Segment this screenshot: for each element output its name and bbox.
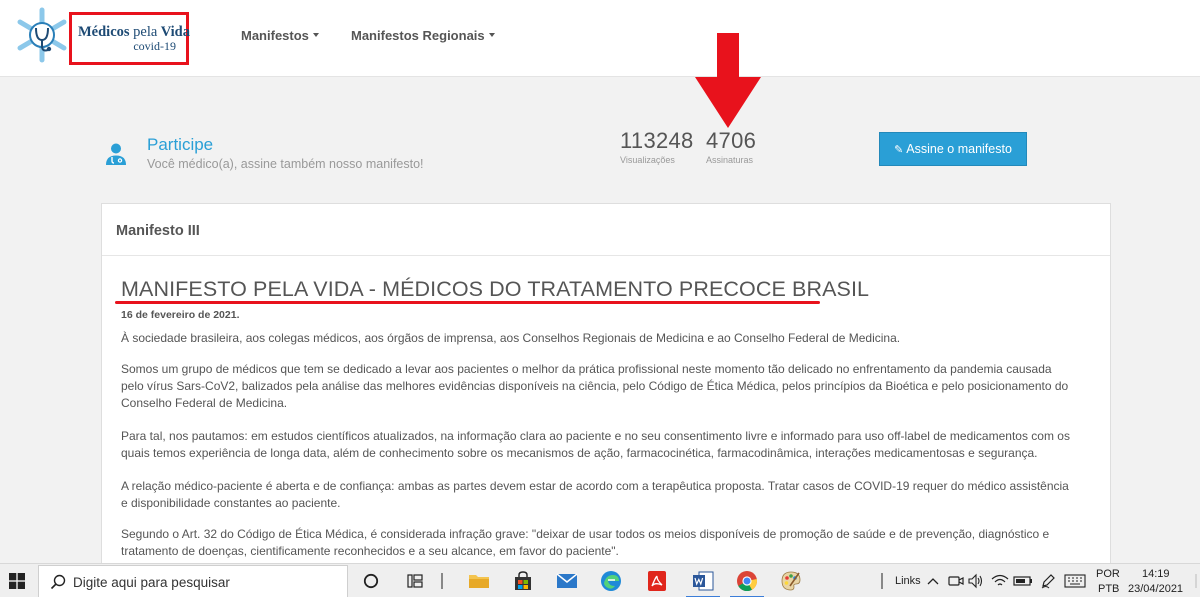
caret-down-icon [312,33,319,37]
signatures-label: Assinaturas [706,155,754,165]
pencil-icon: ✎ [894,144,904,156]
clock-time[interactable]: 14:19 [1142,568,1170,580]
task-view-button[interactable] [400,564,432,597]
doctor-user-icon [106,143,126,165]
input-keyboard-layout[interactable]: PTB [1098,583,1119,595]
caduceus-stethoscope-icon[interactable] [14,6,70,64]
card-header: Manifesto III [102,204,1110,256]
participe-title: Participe [147,135,214,154]
meet-now-tray-button[interactable] [946,564,966,597]
mail-button[interactable] [550,564,584,597]
cortana-circle-icon [363,573,379,589]
keyboard-icon [1064,574,1086,588]
paint-button[interactable] [774,564,808,597]
camera-icon [948,576,964,586]
notification-icon [1195,574,1197,588]
views-count: 113248 [620,128,694,153]
network-tray-button[interactable] [990,564,1010,597]
logo-subtitle: covid-19 [133,39,176,53]
volume-tray-button[interactable] [966,564,986,597]
caret-down-icon [488,33,495,37]
paragraph-4: A relação médico-paciente é aberta e de … [121,479,1069,510]
notifications-button[interactable] [1186,564,1200,597]
edge-browser-button[interactable] [594,564,628,597]
chrome-browser-icon [737,571,758,592]
divider-icon [441,573,443,589]
clock-date[interactable]: 23/04/2021 [1128,583,1183,595]
site-logo[interactable]: Médicos pela Vida covid-19 [69,12,190,65]
sign-button-label: Assine o manifesto [906,142,1012,156]
links-toolbar-divider [874,564,890,597]
cortana-button[interactable] [355,564,387,597]
speaker-icon [968,573,983,589]
links-toolbar[interactable]: Links [895,575,921,587]
start-button[interactable] [0,564,34,597]
folder-icon [469,575,489,588]
word-document-icon [693,571,714,591]
search-icon [50,574,66,590]
touch-keyboard-tray-button[interactable] [1062,564,1088,597]
signatures-stat: 4706 Assinaturas [706,128,756,165]
top-navbar: Médicos pela Vida covid-19 Manifestos Ma… [0,0,1200,77]
wifi-icon [991,574,1009,586]
signatures-count: 4706 [706,128,757,153]
nav-manifestos-regionais-dropdown[interactable]: Manifestos Regionais [351,28,495,43]
paragraph-1: À sociedade brasileira, aos colegas médi… [121,331,901,345]
sign-manifesto-button[interactable]: ✎ Assine o manifesto [879,132,1027,166]
chevron-up-icon [927,578,939,585]
windows-logo-icon [9,573,25,589]
battery-icon [1013,576,1032,586]
acrobat-button[interactable] [640,564,674,597]
views-label: Visualizações [620,155,675,165]
shopping-bag-icon [515,571,531,590]
input-language-code[interactable]: POR [1096,568,1120,580]
participe-subtitle: Você médico(a), assine também nosso mani… [147,157,424,171]
chrome-button[interactable] [730,564,764,597]
edge-browser-icon [601,571,621,591]
search-placeholder: Digite aqui para pesquisar [73,575,230,590]
paint-palette-icon [781,571,801,591]
task-view-icon [407,574,423,588]
divider-icon [881,573,883,589]
word-button[interactable] [686,564,720,597]
paragraph-3: Para tal, nos pautamos: em estudos cient… [121,429,1070,460]
nav-manifestos-dropdown[interactable]: Manifestos [241,28,319,43]
red-underline-annotation [115,301,820,304]
manifesto-date: 16 de fevereiro de 2021. [121,309,240,321]
store-button[interactable] [506,564,540,597]
red-arrow-annotation-icon [695,33,761,128]
pen-workspace-tray-button[interactable] [1038,564,1058,597]
paragraph-2: Somos um grupo de médicos que tem se ded… [121,362,1069,410]
pdf-reader-icon [648,571,666,591]
windows-taskbar: Digite aqui para pesquisar Links POR PTB… [0,563,1200,597]
views-stat: 113248 Visualizações [620,128,694,165]
taskbar-search-input[interactable]: Digite aqui para pesquisar [38,565,348,597]
manifesto-card: Manifesto III MANIFESTO PELA VIDA - MÉDI… [101,203,1111,597]
taskbar-divider [434,564,450,597]
file-explorer-button[interactable] [462,564,496,597]
show-hidden-icons-button[interactable] [924,564,942,597]
manifesto-title: MANIFESTO PELA VIDA - MÉDICOS DO TRATAME… [121,277,870,301]
pen-icon [1041,574,1055,589]
battery-tray-button[interactable] [1012,564,1034,597]
paragraph-5: Segundo o Art. 32 do Código de Ética Méd… [121,527,1050,558]
card-header-title: Manifesto III [116,223,200,239]
mail-icon [556,573,578,588]
